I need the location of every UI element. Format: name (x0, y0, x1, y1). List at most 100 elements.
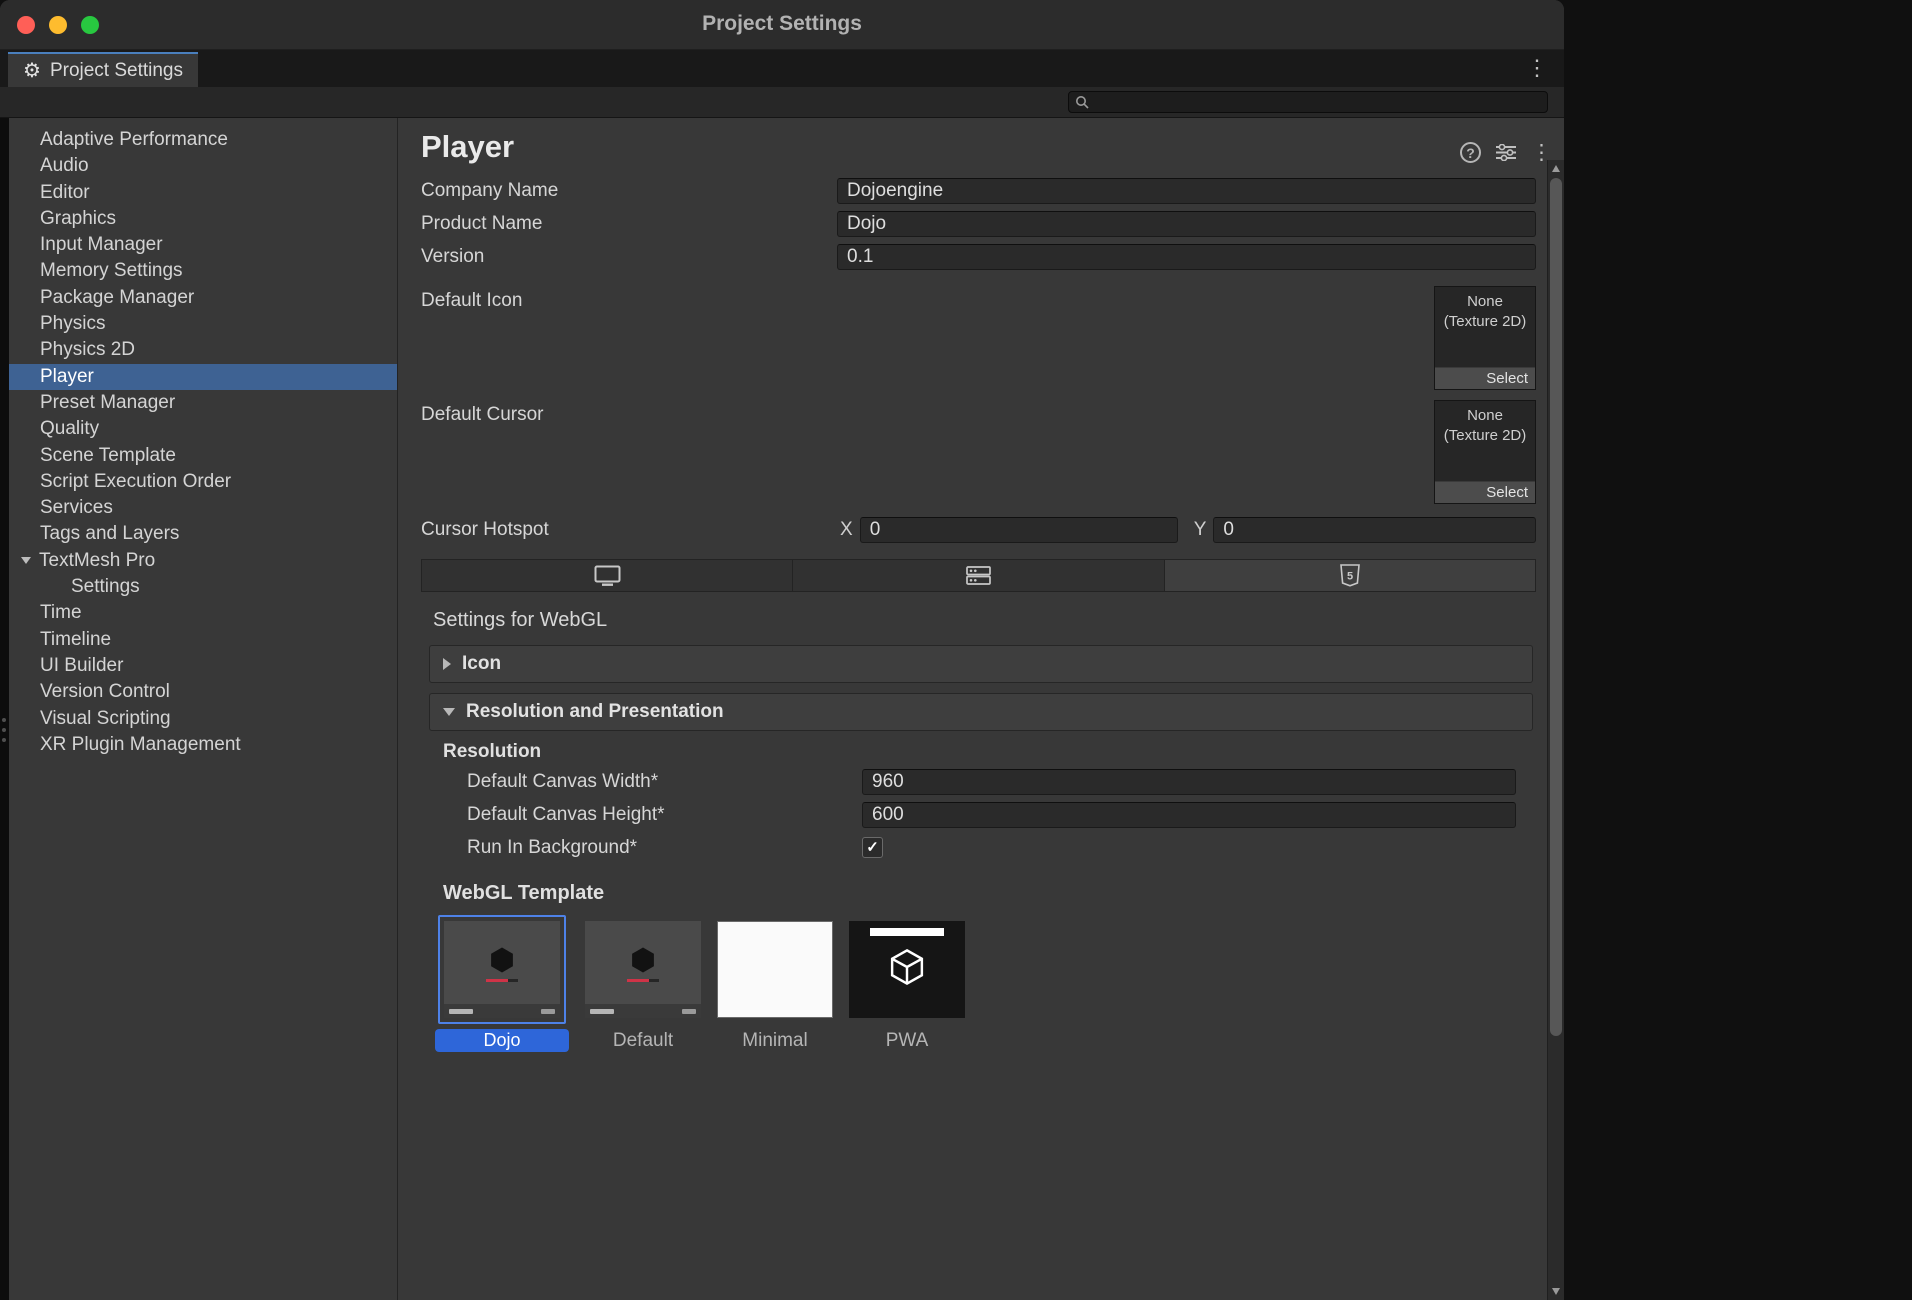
canvas-width-row: Default Canvas Width* (421, 765, 1536, 798)
object-type-text: (Texture 2D) (1435, 426, 1535, 446)
scroll-down-icon[interactable] (1552, 1288, 1560, 1295)
platform-tab-desktop[interactable] (422, 560, 793, 591)
default-cursor-object-field[interactable]: None (Texture 2D) Select (1434, 400, 1536, 504)
left-edge-strip (0, 118, 9, 1300)
platform-tab-webgl[interactable]: 5 (1165, 560, 1535, 591)
vertical-scrollbar[interactable] (1547, 160, 1564, 1300)
sidebar-item-timeline[interactable]: Timeline (9, 627, 397, 653)
html5-icon: 5 (1340, 564, 1360, 588)
sidebar-item-input-manager[interactable]: Input Manager (9, 232, 397, 258)
desktop-monitor-icon (594, 565, 621, 587)
tab-bar-menu-icon[interactable]: ⋮ (1526, 57, 1548, 79)
sidebar-item-textmesh-pro-settings[interactable]: Settings (9, 574, 397, 600)
template-frame (585, 915, 701, 1024)
sidebar-item-physics[interactable]: Physics (9, 311, 397, 337)
template-thumbnail (849, 921, 965, 1018)
sidebar-item-textmesh-pro[interactable]: TextMesh Pro (9, 548, 397, 574)
product-name-input[interactable] (837, 211, 1536, 237)
player-settings-panel: Player ? ⋮ Company Name Product (398, 118, 1564, 1300)
unity-cube-icon (628, 945, 658, 975)
icon-section-title: Icon (462, 653, 501, 675)
webgl-template-pwa[interactable]: PWA (849, 915, 965, 1052)
template-thumbnail (717, 921, 833, 1018)
webgl-template-dojo[interactable]: Dojo (435, 915, 569, 1052)
scrollbar-thumb[interactable] (1550, 178, 1562, 1036)
sidebar-item-tags-and-layers[interactable]: Tags and Layers (9, 521, 397, 547)
sidebar-item-services[interactable]: Services (9, 495, 397, 521)
search-box[interactable] (1068, 91, 1548, 113)
template-selection-frame (438, 915, 566, 1024)
sidebar-item-graphics[interactable]: Graphics (9, 206, 397, 232)
titlebar: Project Settings (0, 0, 1564, 50)
sidebar-item-visual-scripting[interactable]: Visual Scripting (9, 706, 397, 732)
sidebar-item-package-manager[interactable]: Package Manager (9, 285, 397, 311)
sidebar-item-version-control[interactable]: Version Control (9, 679, 397, 705)
icon-section-foldout[interactable]: Icon (429, 645, 1533, 683)
canvas-width-input[interactable] (862, 769, 1516, 795)
webgl-template-header: WebGL Template (443, 882, 1536, 905)
partner-logo-mini-icon (541, 1009, 555, 1014)
run-in-background-checkbox[interactable]: ✓ (862, 837, 883, 858)
product-name-label: Product Name (421, 213, 837, 235)
default-cursor-row: Default Cursor None (Texture 2D) Select (421, 400, 1536, 504)
grip-handle-icon[interactable] (2, 718, 6, 742)
template-label: Dojo (435, 1029, 569, 1052)
resolution-section-title: Resolution and Presentation (466, 701, 724, 723)
tab-label: Project Settings (50, 60, 183, 82)
sidebar-item-xr-plugin-management[interactable]: XR Plugin Management (9, 732, 397, 758)
sidebar-item-scene-template[interactable]: Scene Template (9, 443, 397, 469)
webgl-template-default[interactable]: Default (585, 915, 701, 1052)
presets-icon[interactable] (1496, 144, 1516, 161)
cursor-hotspot-x-input[interactable] (860, 517, 1178, 543)
default-cursor-select-button[interactable]: Select (1435, 481, 1535, 503)
unity-logo-mini-icon (590, 1009, 614, 1014)
sidebar-item-physics-2d[interactable]: Physics 2D (9, 337, 397, 363)
foldout-expanded-icon[interactable] (21, 557, 31, 564)
webgl-template-minimal[interactable]: Minimal (717, 915, 833, 1052)
template-frame (849, 915, 965, 1024)
foldout-expanded-icon (443, 708, 455, 716)
company-name-row: Company Name (421, 174, 1536, 207)
help-icon[interactable]: ? (1460, 142, 1481, 163)
cursor-hotspot-y-input[interactable] (1213, 517, 1536, 543)
y-axis-label: Y (1194, 519, 1207, 541)
gear-icon: ⚙ (23, 61, 41, 81)
resolution-section-foldout[interactable]: Resolution and Presentation (429, 693, 1533, 731)
sidebar-item-script-execution-order[interactable]: Script Execution Order (9, 469, 397, 495)
unity-logo-mini-icon (449, 1009, 473, 1014)
version-input[interactable] (837, 244, 1536, 270)
cursor-hotspot-label: Cursor Hotspot (421, 519, 837, 541)
default-icon-select-button[interactable]: Select (1435, 367, 1535, 389)
sidebar-item-ui-builder[interactable]: UI Builder (9, 653, 397, 679)
red-accent-bar (627, 979, 659, 982)
template-frame (717, 915, 833, 1024)
canvas-height-input[interactable] (862, 802, 1516, 828)
sidebar-item-time[interactable]: Time (9, 600, 397, 626)
default-cursor-label: Default Cursor (421, 400, 1434, 426)
platform-tab-strip: 5 (421, 559, 1536, 592)
thumbnail-footer (585, 1004, 701, 1018)
settings-for-header: Settings for WebGL (433, 609, 1536, 632)
scroll-up-icon[interactable] (1552, 165, 1560, 172)
thumbnail-footer (444, 1004, 560, 1018)
sidebar-item-editor[interactable]: Editor (9, 180, 397, 206)
settings-sidebar: Adaptive Performance Audio Editor Graphi… (9, 118, 398, 1300)
search-input[interactable] (1094, 93, 1541, 112)
run-in-background-row: Run In Background* ✓ (421, 831, 1536, 864)
sidebar-item-memory-settings[interactable]: Memory Settings (9, 258, 397, 284)
tab-project-settings[interactable]: ⚙ Project Settings (8, 52, 198, 87)
sidebar-item-quality[interactable]: Quality (9, 416, 397, 442)
sidebar-item-adaptive-performance[interactable]: Adaptive Performance (9, 127, 397, 153)
sidebar-item-player[interactable]: Player (9, 364, 397, 390)
unity-cube-outline-icon (886, 946, 928, 988)
sidebar-item-preset-manager[interactable]: Preset Manager (9, 390, 397, 416)
default-icon-object-field[interactable]: None (Texture 2D) Select (1434, 286, 1536, 390)
tab-bar: ⚙ Project Settings ⋮ (0, 50, 1564, 87)
company-name-label: Company Name (421, 180, 837, 202)
company-name-input[interactable] (837, 178, 1536, 204)
project-settings-window: Project Settings ⚙ Project Settings ⋮ Ad… (0, 0, 1564, 1300)
sidebar-item-audio[interactable]: Audio (9, 153, 397, 179)
platform-tab-dedicated-server[interactable] (793, 560, 1164, 591)
version-label: Version (421, 246, 837, 268)
template-thumbnail (444, 921, 560, 1018)
